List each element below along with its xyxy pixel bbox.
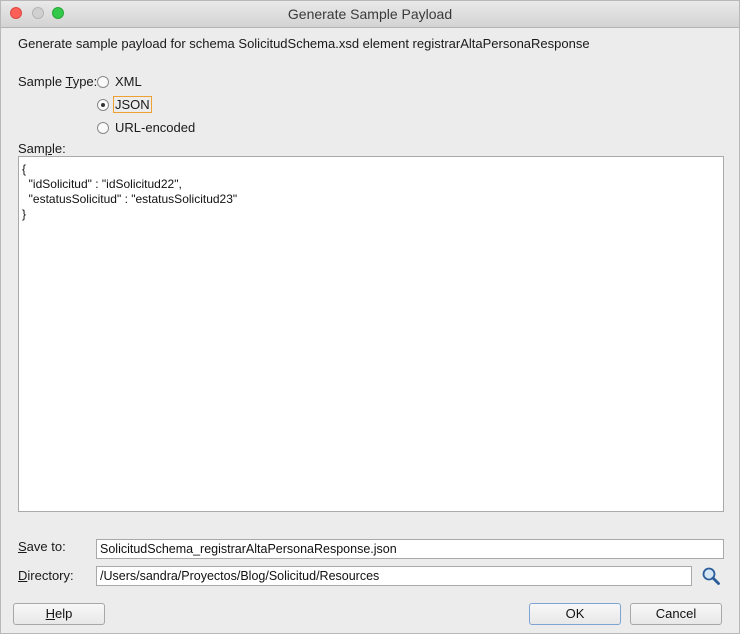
radio-button-json[interactable] [97, 98, 109, 111]
radio-button-url-encoded[interactable] [97, 121, 109, 134]
save-to-input[interactable]: SolicitudSchema_registrarAltaPersonaResp… [96, 539, 724, 559]
save-to-label: Save to: [18, 539, 66, 554]
radio-label-url-encoded[interactable]: URL-encoded [114, 120, 196, 135]
radio-button-xml[interactable] [97, 75, 109, 88]
cancel-button[interactable]: Cancel [630, 603, 722, 625]
sample-label: Sample: [18, 141, 66, 156]
radio-label-json[interactable]: JSON [113, 96, 152, 113]
search-icon[interactable] [701, 566, 721, 586]
radio-label-xml[interactable]: XML [114, 74, 143, 89]
radio-option-url-encoded[interactable]: URL-encoded [97, 120, 196, 135]
radio-option-json[interactable]: JSON [97, 96, 152, 113]
ok-button[interactable]: OK [529, 603, 621, 625]
sample-payload-textarea[interactable]: { "idSolicitud" : "idSolicitud22", "esta… [18, 156, 724, 512]
dialog-description: Generate sample payload for schema Solic… [18, 36, 590, 51]
generate-sample-payload-dialog: Generate Sample Payload Generate sample … [0, 0, 740, 634]
directory-input[interactable]: /Users/sandra/Proyectos/Blog/Solicitud/R… [96, 566, 692, 586]
title-bar[interactable]: Generate Sample Payload [1, 1, 739, 28]
radio-option-xml[interactable]: XML [97, 74, 143, 89]
sample-type-label: Sample Type: [18, 74, 98, 89]
window-title: Generate Sample Payload [287, 6, 453, 22]
directory-label: Directory: [18, 568, 74, 583]
help-button[interactable]: Help [13, 603, 105, 625]
